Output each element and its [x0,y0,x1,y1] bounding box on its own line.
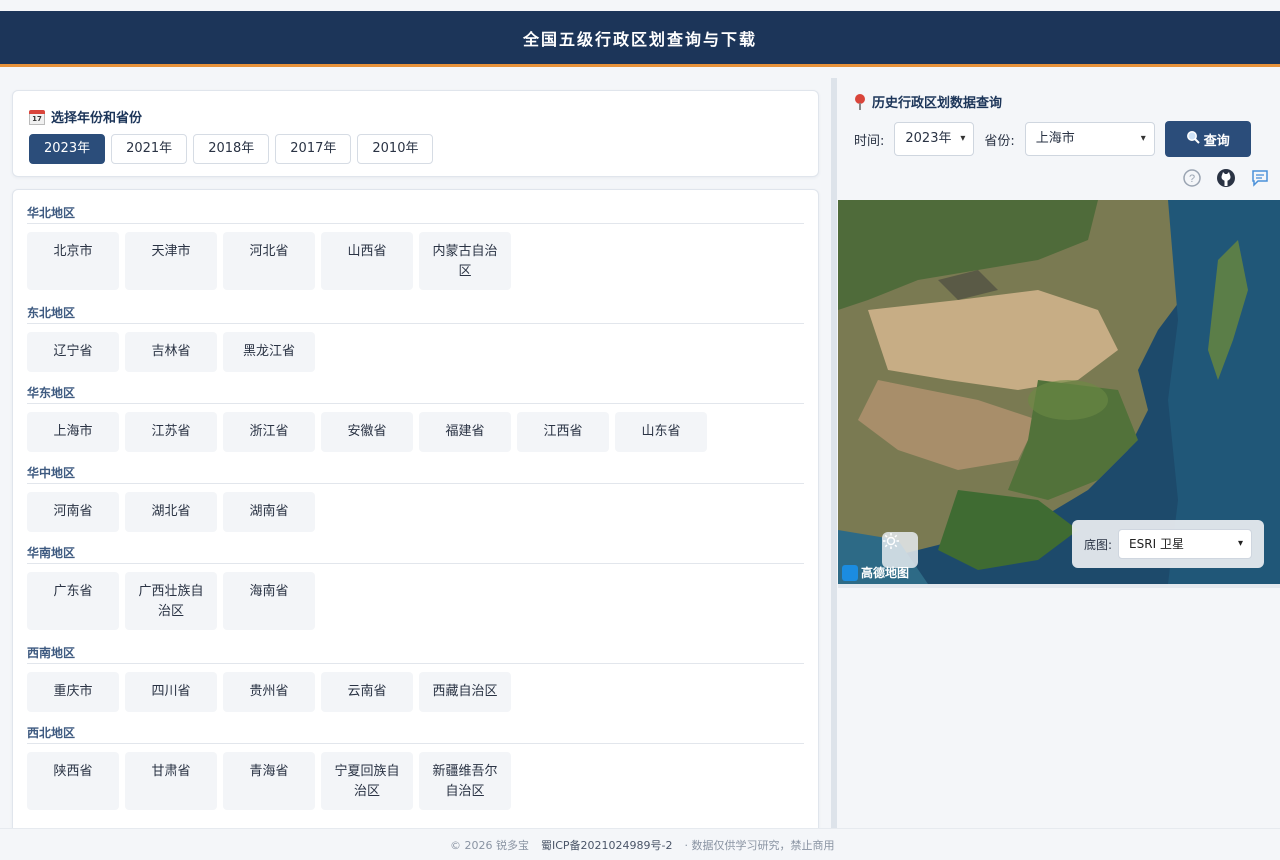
chevron-down-icon: ▾ [1238,538,1244,549]
year-tab-2010[interactable]: 2010年 [357,134,434,164]
year-card-title: 17 选择年份和省份 [29,107,142,126]
time-label: 时间: [854,133,885,149]
query-panel: 历史行政区划数据查询 时间: 2023年 ▾ 省份: 上海市 ▾ 查询 ? [838,70,1280,200]
province-button[interactable]: 陕西省 [27,752,119,810]
region-title: 华南地区 [27,544,804,564]
amap-logo: 高德地图 [842,564,909,581]
footer-notice: · 数据仅供学习研究，禁止商用 [684,838,835,852]
year-select-value: 2023年 [905,131,952,146]
search-icon [1186,130,1200,148]
region-huazhong: 华中地区 河南省 湖北省 湖南省 [27,464,804,532]
province-button[interactable]: 浙江省 [223,412,315,452]
province-select-value: 上海市 [1035,131,1075,146]
province-button[interactable]: 河南省 [27,492,119,532]
left-panel: 17 选择年份和省份 2023年 2021年 2018年 2017年 2010年… [0,70,830,828]
satellite-map[interactable]: 底图: ESRI 卫星 ▾ 高德地图 [838,200,1280,584]
year-card-title-text: 选择年份和省份 [51,111,143,126]
province-button[interactable]: 江西省 [517,412,609,452]
province-button[interactable]: 河北省 [223,232,315,290]
calendar-icon: 17 [29,109,45,125]
sun-icon [883,533,899,549]
province-button[interactable]: 北京市 [27,232,119,290]
province-button[interactable]: 湖南省 [223,492,315,532]
province-button[interactable]: 安徽省 [321,412,413,452]
province-label: 省份: [984,133,1015,149]
province-button[interactable]: 重庆市 [27,672,119,712]
province-button[interactable]: 海南省 [223,572,315,630]
query-button[interactable]: 查询 [1164,121,1251,157]
year-select[interactable]: 2023年 ▾ [894,122,975,156]
feedback-icon[interactable] [1250,168,1270,188]
footer: © 2026 锐多宝 蜀ICP备2021024989号-2 · 数据仅供学习研究… [0,828,1280,860]
year-tab-2023[interactable]: 2023年 [29,134,106,164]
region-title: 东北地区 [27,304,804,324]
top-strip [0,0,1280,11]
province-button[interactable]: 天津市 [125,232,217,290]
province-button[interactable]: 山西省 [321,232,413,290]
province-button[interactable]: 广西壮族自治区 [125,572,217,630]
province-button[interactable]: 上海市 [27,412,119,452]
province-button[interactable]: 江苏省 [125,412,217,452]
chevron-down-icon: ▾ [1140,133,1146,144]
province-button[interactable]: 甘肃省 [125,752,217,810]
amap-logo-text: 高德地图 [861,566,910,580]
year-tab-2017[interactable]: 2017年 [275,134,352,164]
region-xinan: 西南地区 重庆市 四川省 贵州省 云南省 西藏自治区 [27,644,804,712]
query-panel-title-text: 历史行政区划数据查询 [872,96,1003,111]
province-button[interactable]: 湖北省 [125,492,217,532]
query-button-label: 查询 [1203,133,1230,149]
province-button[interactable]: 吉林省 [125,332,217,372]
panel-resize-handle[interactable] [831,78,837,848]
help-icon[interactable]: ? [1182,168,1202,188]
region-title: 华东地区 [27,384,804,404]
chevron-down-icon: ▾ [960,133,966,144]
region-huadong: 华东地区 上海市 江苏省 浙江省 安徽省 福建省 江西省 山东省 [27,384,804,452]
province-button[interactable]: 福建省 [419,412,511,452]
province-button[interactable]: 山东省 [615,412,707,452]
amap-logo-icon [842,564,858,581]
theme-toggle-button[interactable] [882,532,918,568]
svg-text:?: ? [1189,173,1195,185]
province-button[interactable]: 新疆维吾尔自治区 [419,752,511,810]
app-header: 全国五级行政区划查询与下载 [0,11,1280,67]
province-button[interactable]: 内蒙古自治区 [419,232,511,290]
region-huanan: 华南地区 广东省 广西壮族自治区 海南省 [27,544,804,630]
province-button[interactable]: 西藏自治区 [419,672,511,712]
year-tab-2018[interactable]: 2018年 [193,134,270,164]
query-panel-title: 历史行政区划数据查询 [854,92,1002,111]
footer-copyright: © 2026 锐多宝 [450,838,529,852]
basemap-label: 底图: [1084,537,1113,552]
page-title: 全国五级行政区划查询与下载 [522,29,757,49]
right-panel: 历史行政区划数据查询 时间: 2023年 ▾ 省份: 上海市 ▾ 查询 ? 底图… [838,70,1280,840]
region-title: 华中地区 [27,464,804,484]
province-button[interactable]: 贵州省 [223,672,315,712]
query-form: 时间: 2023年 ▾ 省份: 上海市 ▾ 查询 [854,121,1251,157]
region-xibei: 西北地区 陕西省 甘肃省 青海省 宁夏回族自治区 新疆维吾尔自治区 [27,724,804,810]
province-button[interactable]: 黑龙江省 [223,332,315,372]
year-tab-2021[interactable]: 2021年 [111,134,188,164]
year-selector-card: 17 选择年份和省份 2023年 2021年 2018年 2017年 2010年 [12,90,819,177]
province-list-card: 华北地区 北京市 天津市 河北省 山西省 内蒙古自治区 东北地区 辽宁省 吉林省… [12,189,819,828]
province-button[interactable]: 辽宁省 [27,332,119,372]
region-title: 西南地区 [27,644,804,664]
map-bottom-border [838,584,1280,588]
footer-icp-link[interactable]: 蜀ICP备2021024989号-2 [541,837,673,853]
basemap-switcher: 底图: ESRI 卫星 ▾ [1072,520,1264,568]
province-button[interactable]: 青海省 [223,752,315,810]
region-huabei: 华北地区 北京市 天津市 河北省 山西省 内蒙古自治区 [27,204,804,290]
province-button[interactable]: 四川省 [125,672,217,712]
basemap-select[interactable]: ESRI 卫星 ▾ [1118,529,1253,559]
province-select[interactable]: 上海市 ▾ [1024,122,1155,156]
github-icon[interactable] [1216,168,1236,188]
region-title: 华北地区 [27,204,804,224]
province-button[interactable]: 云南省 [321,672,413,712]
province-button[interactable]: 宁夏回族自治区 [321,752,413,810]
region-dongbei: 东北地区 辽宁省 吉林省 黑龙江省 [27,304,804,372]
region-title: 西北地区 [27,724,804,744]
basemap-select-value: ESRI 卫星 [1129,537,1184,551]
toolbar-icons: ? [1182,168,1270,188]
map-pin-icon [854,93,866,110]
province-button[interactable]: 广东省 [27,572,119,630]
year-tabs: 2023年 2021年 2018年 2017年 2010年 [29,134,434,164]
